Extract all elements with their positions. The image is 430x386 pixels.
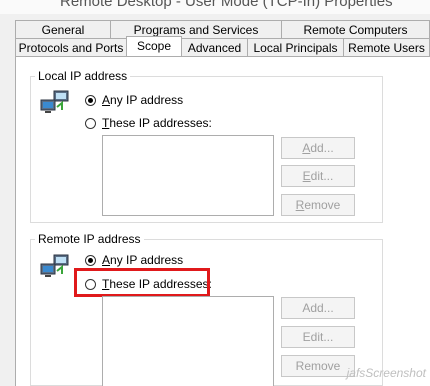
network-computers-icon	[40, 90, 69, 113]
radio-label: Any IP address	[102, 93, 184, 107]
tab-protocols-and-ports[interactable]: Protocols and Ports	[15, 38, 127, 57]
tab-general[interactable]: General	[15, 20, 111, 39]
local-any-ip-radio[interactable]: Any IP address	[85, 93, 183, 107]
local-these-ip-radio[interactable]: These IP addresses:	[85, 116, 212, 130]
title-bar: Remote Desktop - User Mode (TCP-In) Prop…	[0, 0, 430, 14]
radio-label: Any IP address	[102, 253, 184, 267]
local-add-button[interactable]: Add...	[281, 137, 355, 159]
radio-button[interactable]	[85, 117, 96, 129]
radio-button[interactable]	[85, 94, 96, 106]
tab-scope[interactable]: Scope	[126, 36, 182, 56]
local-edit-button[interactable]: Edit...	[281, 165, 355, 187]
tab-remote-computers[interactable]: Remote Computers	[281, 20, 430, 39]
tab-advanced[interactable]: Advanced	[181, 38, 248, 57]
local-remove-button[interactable]: Remove	[281, 194, 355, 216]
tab-local-principals[interactable]: Local Principals	[247, 38, 344, 57]
radio-label: These IP addresses:	[102, 116, 212, 130]
remote-any-ip-radio[interactable]: Any IP address	[85, 253, 183, 267]
remote-ip-group-title: Remote IP address	[35, 232, 144, 246]
watermark: jafsScreenshot	[346, 366, 426, 380]
tab-remote-users[interactable]: Remote Users	[343, 38, 430, 57]
remote-add-button[interactable]: Add...	[281, 297, 355, 319]
remote-edit-button[interactable]: Edit...	[281, 326, 355, 348]
remote-ip-listbox[interactable]	[102, 296, 274, 386]
local-ip-listbox[interactable]	[102, 135, 274, 216]
local-ip-group-title: Local IP address	[35, 69, 131, 83]
window-title: Remote Desktop - User Mode (TCP-In) Prop…	[60, 0, 393, 10]
highlight-box	[74, 268, 210, 297]
remote-remove-button[interactable]: Remove	[281, 355, 355, 377]
radio-button[interactable]	[85, 254, 96, 266]
network-computers-icon	[40, 254, 69, 277]
